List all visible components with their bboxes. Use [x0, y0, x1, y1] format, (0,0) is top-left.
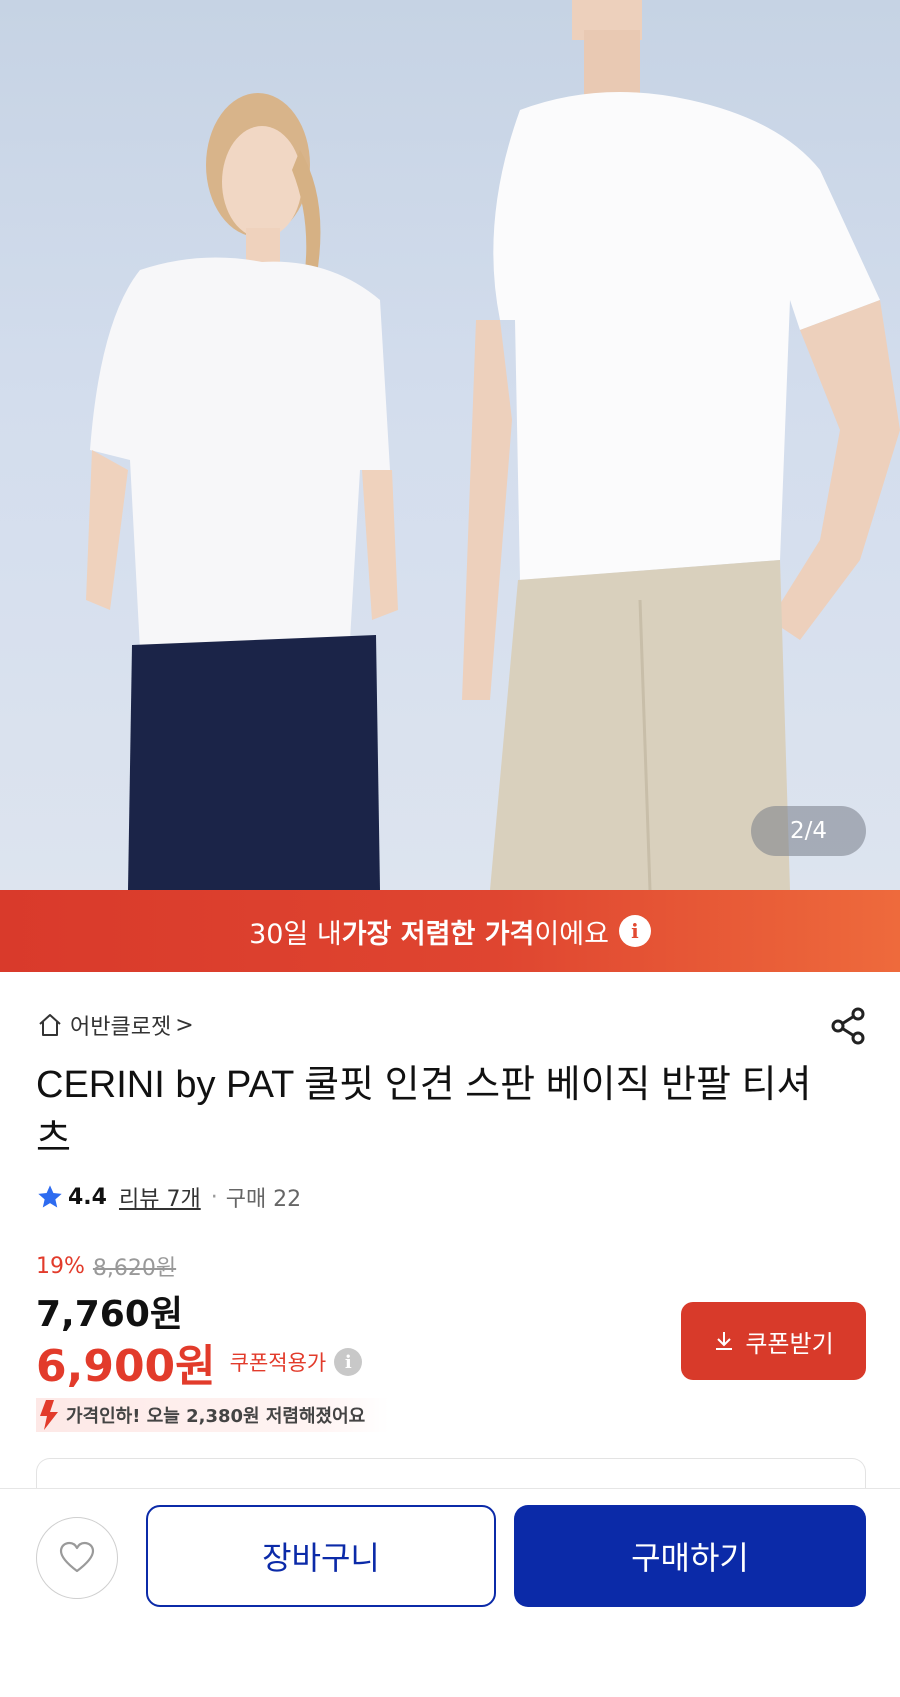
banner-text-prefix: 30일 내 — [249, 918, 342, 950]
review-link[interactable]: 리뷰 7개 — [119, 1181, 201, 1213]
coupon-price-row: 6,900원 쿠폰적용가 i — [36, 1330, 363, 1394]
banner-text-bold: 가장 저렴한 가격 — [341, 918, 535, 950]
bottom-action-bar: 장바구니 구매하기 — [0, 1488, 900, 1697]
product-photo — [86, 0, 900, 890]
lowest-price-banner: 30일 내 가장 저렴한 가격 이에요 i — [0, 890, 900, 972]
original-price: 8,620원 — [92, 1256, 177, 1281]
home-icon — [39, 1014, 61, 1036]
add-to-cart-button[interactable]: 장바구니 — [146, 1505, 496, 1607]
rating-score: 4.4 — [68, 1184, 107, 1210]
coupon-price: 6,900원 — [36, 1341, 216, 1392]
price-down-arrow-icon — [40, 1400, 58, 1430]
store-link[interactable]: 어반클로젯 > — [36, 1008, 194, 1042]
wishlist-button[interactable] — [36, 1517, 118, 1599]
share-icon[interactable] — [826, 1004, 870, 1048]
download-icon — [716, 1332, 733, 1350]
price-drop-text: 가격인하! 오늘 2,380원 저렴해졌어요 — [66, 1406, 366, 1427]
chevron-right-icon: > — [175, 1012, 194, 1038]
product-image-carousel[interactable]: 2/4 — [0, 0, 900, 890]
banner-text-suffix: 이에요 — [534, 918, 609, 950]
get-coupon-label: 쿠폰받기 — [745, 1330, 834, 1358]
discount-row: 19% 8,620원 — [36, 1250, 176, 1282]
product-title: CERINI by PAT 쿨핏 인견 스판 베이직 반팔 티셔츠 — [36, 1064, 812, 1160]
heart-icon — [59, 1541, 95, 1573]
get-coupon-button[interactable]: 쿠폰받기 — [681, 1302, 866, 1380]
model-man — [462, 0, 900, 890]
star-icon — [38, 1185, 62, 1208]
store-name: 어반클로젯 — [70, 1015, 172, 1040]
info-icon[interactable]: i — [334, 1348, 363, 1376]
purchase-count: 구매 22 — [225, 1187, 302, 1212]
discount-percent: 19% — [36, 1253, 85, 1279]
image-counter: 2/4 — [751, 806, 866, 856]
separator-dot: · — [210, 1184, 218, 1210]
model-woman — [86, 93, 398, 890]
price-drop-note: 가격인하! 오늘 2,380원 저렴해졌어요 — [36, 1398, 390, 1432]
coupon-price-label: 쿠폰적용가 — [229, 1351, 327, 1375]
buy-now-button[interactable]: 구매하기 — [514, 1505, 866, 1607]
rating-row: 4.4 리뷰 7개 · 구매 22 — [36, 1180, 301, 1214]
info-icon[interactable]: i — [618, 915, 651, 947]
